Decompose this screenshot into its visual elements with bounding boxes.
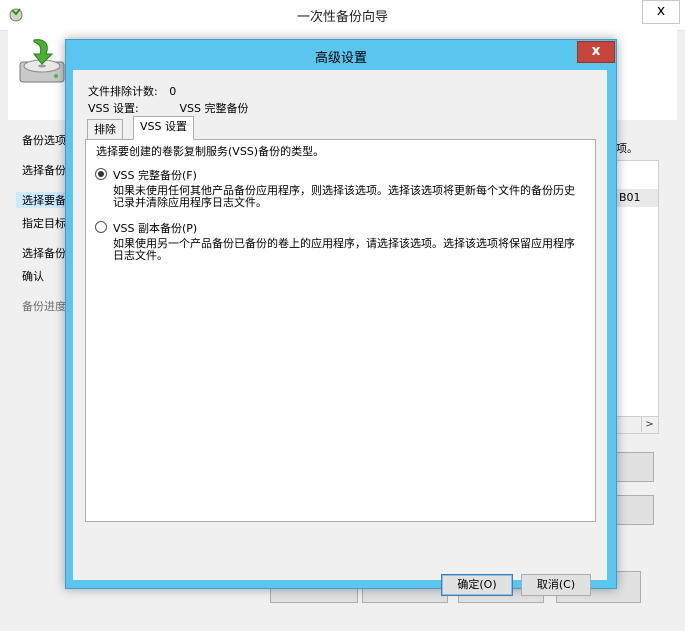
wizard-items-list[interactable]: B01 > <box>616 160 659 434</box>
wizard-step-item[interactable]: 确认 <box>22 268 44 284</box>
tab-vss-settings[interactable]: VSS 设置 <box>133 116 194 140</box>
vss-full-backup-description: 如果未使用任何其他产品备份应用程序，则选择该选项。选择该选项将更新每个文件的备份… <box>113 184 575 209</box>
vss-setting-row: VSS 设置: VSS 完整备份 <box>88 100 249 116</box>
wizard-title: 一次性备份向导 <box>296 10 388 25</box>
dialog-body: 文件排除计数: 0 VSS 设置: VSS 完整备份 排除 VSS 设置 选择要… <box>73 70 607 596</box>
wizard-close-button[interactable]: x <box>642 0 680 24</box>
vss-setting-label: VSS 设置: <box>88 102 139 115</box>
wizard-step-item[interactable]: 指定目标 <box>22 215 66 231</box>
advanced-settings-dialog: 高级设置 x 文件排除计数: 0 VSS 设置: VSS 完整备份 排除 VSS… <box>65 39 617 596</box>
vss-full-backup-radio[interactable] <box>95 168 107 180</box>
chevron-right-icon[interactable]: > <box>641 417 657 432</box>
wizard-side-button[interactable] <box>616 495 654 525</box>
file-exclusion-value: 0 <box>169 85 177 98</box>
vss-copy-backup-radio[interactable] <box>95 221 107 233</box>
list-item[interactable]: B01 <box>617 189 658 207</box>
vss-type-prompt: 选择要创建的卷影复制服务(VSS)备份的类型。 <box>96 145 325 158</box>
wizard-title-bar: 一次性备份向导 x <box>0 0 685 31</box>
wizard-side-button[interactable] <box>616 452 654 482</box>
wizard-step-nav: 备份选项 选择备份 选择要备 指定目标 选择备份 确认 备份进度 <box>8 120 78 620</box>
file-exclusion-row: 文件排除计数: 0 <box>88 83 176 99</box>
wizard-step-item[interactable]: 选择备份 <box>22 162 66 178</box>
ok-button[interactable]: 确定(O) <box>441 574 513 596</box>
vss-copy-backup-description: 如果使用另一个产品备份已备份的卷上的应用程序，请选择该选项。选择该选项将保留应用… <box>113 237 575 262</box>
tab-exclusions[interactable]: 排除 <box>87 119 123 141</box>
cancel-button[interactable]: 取消(C) <box>521 574 591 596</box>
file-exclusion-label: 文件排除计数: <box>88 85 158 98</box>
backup-drive-icon <box>19 39 65 83</box>
wizard-step-item: 备份进度 <box>22 300 66 313</box>
horizontal-scrollbar[interactable]: > <box>617 416 658 433</box>
dialog-close-button[interactable]: x <box>577 41 615 63</box>
dialog-title-bar: 高级设置 x <box>66 40 616 70</box>
vss-copy-backup-label[interactable]: VSS 副本备份(P) <box>113 220 197 236</box>
vss-settings-panel: 选择要创建的卷影复制服务(VSS)备份的类型。 VSS 完整备份(F) 如果未使… <box>85 139 596 522</box>
list-item-label: B01 <box>619 191 641 204</box>
wizard-step-item[interactable]: 备份选项 <box>22 132 66 148</box>
vss-setting-value: VSS 完整备份 <box>179 102 249 115</box>
wizard-step-item[interactable]: 选择备份 <box>22 245 66 261</box>
wizard-instruction-text: 项。 <box>616 142 638 155</box>
vss-full-backup-label[interactable]: VSS 完整备份(F) <box>113 167 197 183</box>
dialog-title: 高级设置 <box>314 51 367 66</box>
